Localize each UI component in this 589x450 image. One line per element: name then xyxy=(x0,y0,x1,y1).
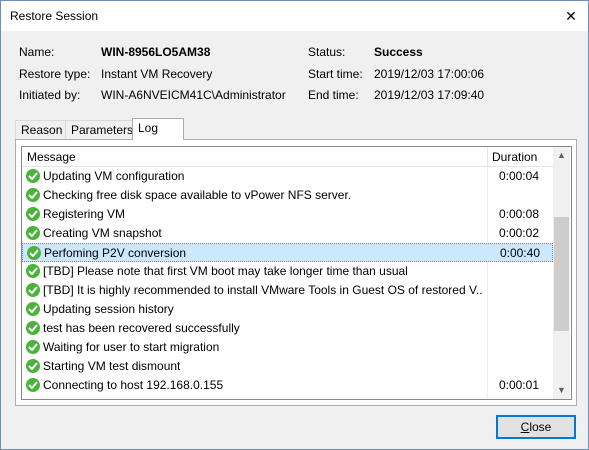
tab-log[interactable]: Log xyxy=(132,118,184,140)
log-row[interactable]: Waiting for user to start migration xyxy=(22,338,553,357)
success-check-icon xyxy=(26,321,40,335)
initiated-by-value: WIN-A6NVEICM41C\Administrator xyxy=(101,88,286,102)
success-check-icon xyxy=(26,188,40,202)
log-duration: 0:00:40 xyxy=(499,246,540,260)
column-header-message[interactable]: Message xyxy=(27,150,76,164)
tab-parameters[interactable]: Parameters xyxy=(65,120,140,139)
end-time-value: 2019/12/03 17:09:40 xyxy=(374,88,485,102)
start-time-label: Start time: xyxy=(308,67,363,81)
log-duration: 0:00:01 xyxy=(498,378,539,392)
start-time-value: 2019/12/03 17:00:06 xyxy=(374,67,485,81)
log-message: [TBD] Please note that first VM boot may… xyxy=(43,264,408,278)
column-header-duration[interactable]: Duration xyxy=(492,150,537,164)
success-check-icon xyxy=(26,169,40,183)
success-check-icon xyxy=(26,283,40,297)
log-row[interactable]: Updating VM configuration 0:00:04 xyxy=(22,167,553,186)
log-duration: 0:00:04 xyxy=(498,169,539,183)
initiated-by-label: Initiated by: xyxy=(19,88,81,102)
success-check-icon xyxy=(26,302,40,316)
log-message: Waiting for user to start migration xyxy=(43,340,220,354)
log-row[interactable]: test has been recovered successfully xyxy=(22,319,553,338)
scrollbar-thumb[interactable] xyxy=(554,217,569,331)
success-check-icon xyxy=(26,359,40,373)
log-row[interactable]: Updating session history xyxy=(22,300,553,319)
success-check-icon xyxy=(26,378,40,392)
log-message: Connecting to host 192.168.0.155 xyxy=(43,378,224,392)
log-row[interactable]: Registering VM 0:00:08 xyxy=(22,205,553,224)
window-title: Restore Session xyxy=(10,9,99,23)
log-message: Creating VM snapshot xyxy=(43,226,162,240)
log-row[interactable]: Creating VM snapshot 0:00:02 xyxy=(22,224,553,243)
log-row[interactable]: Starting VM test dismount xyxy=(22,357,553,376)
close-button[interactable]: Close xyxy=(496,415,576,439)
name-label: Name: xyxy=(19,45,55,59)
status-value: Success xyxy=(374,45,423,59)
log-message: Registering VM xyxy=(43,207,126,221)
log-list[interactable]: Message Duration Updating VM configurati… xyxy=(21,146,572,400)
scroll-up-arrow-icon[interactable]: ▲ xyxy=(553,147,570,164)
log-row[interactable]: [TBD] It is highly recommended to instal… xyxy=(22,281,553,300)
name-value: WIN-8956LO5AM38 xyxy=(101,45,211,59)
log-tab-panel: Message Duration Updating VM configurati… xyxy=(15,139,577,406)
close-button-label: lose xyxy=(529,420,552,434)
log-list-header: Message Duration xyxy=(22,147,553,167)
log-message: Updating session history xyxy=(43,302,174,316)
restore-type-value: Instant VM Recovery xyxy=(101,67,213,81)
restore-type-label: Restore type: xyxy=(19,67,91,81)
success-check-icon xyxy=(26,207,40,221)
title-bar: Restore Session ✕ xyxy=(1,1,588,31)
log-duration: 0:00:02 xyxy=(498,226,539,240)
success-check-icon xyxy=(26,340,40,354)
restore-session-window: Restore Session ✕ Name: WIN-8956LO5AM38 … xyxy=(0,0,589,450)
scroll-down-arrow-icon[interactable]: ▼ xyxy=(553,382,570,399)
log-row[interactable]: [TBD] Please note that first VM boot may… xyxy=(22,262,553,281)
log-row[interactable]: Connecting to host 192.168.0.155 0:00:01 xyxy=(22,376,553,395)
log-message: Updating VM configuration xyxy=(43,169,185,183)
tab-reason[interactable]: Reason xyxy=(15,120,69,139)
log-row[interactable]: Checking free disk space available to vP… xyxy=(22,186,553,205)
success-check-icon xyxy=(27,246,41,260)
log-message: test has been recovered successfully xyxy=(43,321,240,335)
log-message: [TBD] It is highly recommended to instal… xyxy=(43,283,483,297)
close-window-icon[interactable]: ✕ xyxy=(554,1,588,31)
column-divider[interactable] xyxy=(487,147,488,166)
status-label: Status: xyxy=(308,45,346,59)
log-message: Starting VM test dismount xyxy=(43,359,181,373)
vertical-scrollbar[interactable]: ▲ ▼ xyxy=(553,147,570,399)
success-check-icon xyxy=(26,226,40,240)
log-message: Checking free disk space available to vP… xyxy=(43,188,352,202)
log-message: Perfoming P2V conversion xyxy=(44,246,187,260)
log-row[interactable]: Perfoming P2V conversion 0:00:40 xyxy=(22,243,553,262)
success-check-icon xyxy=(26,264,40,278)
log-duration: 0:00:08 xyxy=(498,207,539,221)
end-time-label: End time: xyxy=(308,88,359,102)
